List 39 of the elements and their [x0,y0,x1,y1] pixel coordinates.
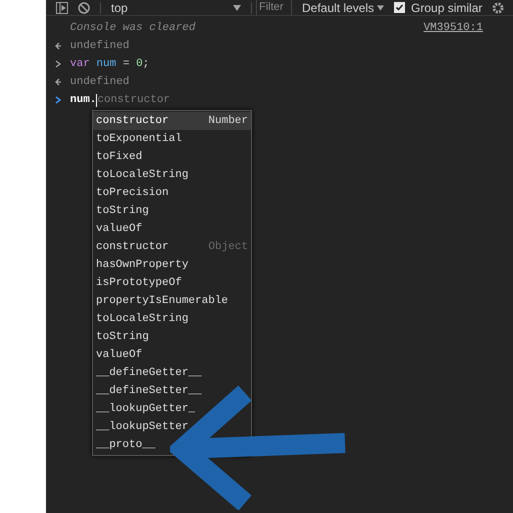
suggestion-item[interactable]: propertyIsEnumerable [93,292,251,310]
suggestion-item[interactable]: __proto__ [93,436,251,454]
suggestion-item[interactable]: toLocaleString [93,310,251,328]
suggestion-item[interactable]: isPrototypeOf [93,274,251,292]
code-line: var num = 0; [70,56,150,72]
group-similar-label: Group similar [411,0,482,15]
clear-console-icon[interactable] [78,2,90,14]
filter-field[interactable]: Filter [256,0,292,15]
suggestion-item[interactable]: constructor Object [93,238,251,256]
result-value: undefined [70,74,130,90]
suggestion-item[interactable]: toFixed [93,148,251,166]
result-value: undefined [70,38,130,54]
suggestion-item[interactable]: toPrecision [93,184,251,202]
suggestion-item[interactable]: __defineSetter__ [93,382,251,400]
suggestion-item[interactable]: toLocaleString [93,166,251,184]
prompt-chevron-icon [54,96,62,104]
prompt-input[interactable]: num.constructor [70,92,170,108]
result-arrow-icon [54,78,62,86]
suggestion-item[interactable]: constructor Number [93,112,251,130]
input-chevron-icon [54,60,62,68]
dropdown-caret-icon [233,4,241,10]
source-link[interactable]: VM39510:1 [424,20,483,36]
suggestion-item[interactable]: __lookupSetter [93,418,251,436]
suggestion-item[interactable]: toString [93,202,251,220]
suggestion-item[interactable]: toExponential [93,130,251,148]
suggestion-item[interactable]: valueOf [93,220,251,238]
console-message: Console was cleared [70,20,196,36]
levels-select[interactable]: Default levels [302,0,384,15]
dropdown-caret-icon [377,4,384,10]
context-select[interactable]: top [111,0,241,15]
settings-icon[interactable] [492,2,504,14]
suggestion-item[interactable]: hasOwnProperty [93,256,251,274]
suggestion-item[interactable]: __lookupGetter_ [93,400,251,418]
suggestion-item[interactable]: toString [93,328,251,346]
result-arrow-icon [54,42,62,50]
suggestion-item[interactable]: __defineGetter__ [93,364,251,382]
group-similar-checkbox[interactable] [394,2,406,13]
suggestion-item[interactable]: valueOf [93,346,251,364]
sidebar-toggle-icon[interactable] [56,2,68,14]
